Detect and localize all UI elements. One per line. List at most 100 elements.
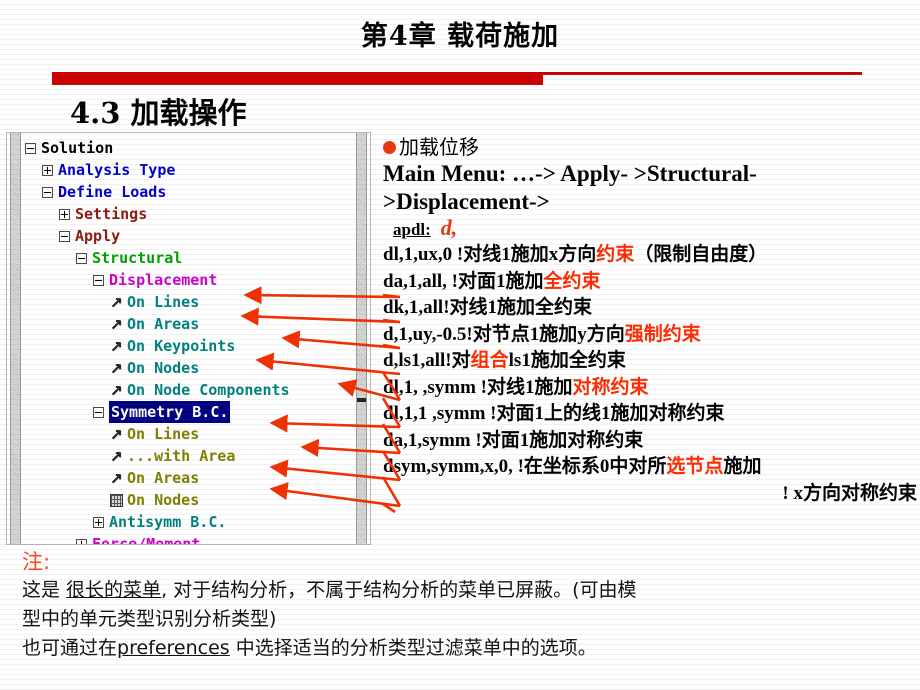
notes-block: 注: 这是 很长的菜单, 对于结构分析，不属于结构分析的菜单已屏蔽。(可由模 型… — [22, 548, 902, 663]
command-text-pre: dsym,symm,x,0, !在坐标系0中对所 — [383, 456, 667, 477]
tree-item-on-areas[interactable]: On Areas — [25, 313, 352, 336]
command-text-pre: d,1,uy,-0.5!对节点1施加y方向 — [383, 323, 625, 345]
collapse-icon[interactable] — [93, 406, 104, 418]
command-line: d,ls1,all!对组合ls1施加全约束 — [383, 348, 917, 375]
notes-line-1-underlined: 很长的菜单 — [66, 579, 162, 601]
command-text-highlight: 全约束 — [543, 270, 601, 292]
tree-item-structural[interactable]: Structural — [25, 247, 352, 269]
tree-item-label: Solution — [41, 139, 114, 157]
bullet-dot-icon — [383, 140, 396, 154]
expand-icon[interactable] — [59, 208, 70, 220]
pick-arrow-icon — [110, 336, 123, 358]
tree-item-label: On Lines — [127, 425, 200, 443]
command-text-post: ls1施加全约束 — [508, 350, 626, 371]
command-line: dl,1, ,symm !对线1施加对称约束 — [383, 375, 917, 402]
tree-scrollbar-right[interactable] — [356, 133, 367, 544]
title-divider — [52, 70, 862, 85]
collapse-icon[interactable] — [76, 252, 87, 264]
pick-arrow-icon — [110, 380, 123, 402]
tree-item-label: Structural — [92, 249, 183, 267]
apdl-label: apdl: — [393, 220, 431, 239]
notes-line-3-a: 也可通过在 — [22, 637, 118, 659]
node-grid-icon — [110, 493, 123, 507]
tree-item-label: Settings — [75, 205, 148, 223]
command-text-highlight: 对称约束 — [572, 376, 649, 398]
command-text-highlight: 选节点 — [666, 456, 724, 477]
command-text-post: （限制自由度） — [634, 244, 768, 265]
expand-icon[interactable] — [93, 516, 104, 528]
notes-line-1: 这是 很长的菜单, 对于结构分析，不属于结构分析的菜单已屏蔽。(可由模 — [22, 576, 902, 605]
tree-item-displacement[interactable]: Displacement — [25, 269, 352, 291]
tree-item-on-keypoints[interactable]: On Keypoints — [25, 335, 352, 358]
tree-item-label: On Areas — [127, 315, 200, 333]
tree-item-label: On Areas — [127, 469, 200, 487]
section-title: 4.3 加载操作 — [70, 96, 247, 130]
pick-arrow-icon — [110, 314, 123, 336]
command-text-pre: dl,1, ,symm !对线1施加 — [383, 376, 573, 398]
tree-scrollbar-thumb[interactable] — [357, 398, 366, 402]
tree-item-symmetry-b-c[interactable]: Symmetry B.C. — [25, 401, 352, 423]
command-text-pre: dk,1,all!对线1施加全约束 — [383, 297, 593, 318]
pick-arrow-icon — [110, 468, 123, 490]
command-line: d,1,uy,-0.5!对节点1施加y方向强制约束 — [383, 322, 917, 349]
pick-arrow-icon — [110, 358, 123, 380]
tree-item-on-node-components[interactable]: On Node Components — [25, 379, 352, 402]
expand-icon[interactable] — [42, 164, 53, 176]
collapse-icon[interactable] — [93, 274, 104, 286]
pick-arrow-icon — [110, 446, 123, 468]
tree-item-label: Force/Moment — [92, 535, 201, 545]
tree-item-label: On Nodes — [127, 491, 200, 509]
command-line: dl,1,1 ,symm !对面1上的线1施加对称约束 — [383, 401, 917, 428]
collapse-icon[interactable] — [42, 186, 53, 198]
notes-line-1-a: 这是 — [22, 579, 67, 601]
command-line: dk,1,all!对线1施加全约束 — [383, 295, 917, 322]
notes-line-3: 也可通过在preferences 中选择适当的分析类型过滤菜单中的选项。 — [22, 634, 902, 663]
command-text-pre: da,1,all, !对面1施加 — [383, 270, 544, 292]
collapse-icon[interactable] — [25, 142, 36, 154]
pick-arrow-icon — [110, 424, 123, 446]
title-divider-thin — [543, 72, 862, 75]
bullet-heading-label: 加载位移 — [399, 135, 479, 159]
tree-item-solution[interactable]: Solution — [25, 137, 352, 159]
command-list: dl,1,ux,0 !对线1施加x方向约束（限制自由度） da,1,all, !对… — [383, 242, 917, 481]
command-text-pre: d,ls1,all!对 — [383, 350, 471, 371]
apdl-row: apdl: d, — [383, 216, 917, 242]
page-title: 第4章 载荷施加 — [360, 21, 560, 52]
tree-item-on-lines[interactable]: On Lines — [25, 423, 352, 446]
tree-item-label: On Keypoints — [127, 337, 236, 355]
tree-item-on-nodes[interactable]: On Nodes — [25, 357, 352, 380]
menu-path-line-1: Main Menu: …-> Apply- >Structural- — [383, 161, 757, 186]
expand-icon[interactable] — [76, 538, 87, 544]
tree-item-force-moment[interactable]: Force/Moment — [25, 533, 352, 545]
command-line: da,1,symm !对面1施加对称约束 — [383, 428, 917, 455]
collapse-icon[interactable] — [59, 230, 70, 242]
tree-item-define-loads[interactable]: Define Loads — [25, 181, 352, 203]
tree-item-settings[interactable]: Settings — [25, 203, 352, 225]
tree-item-with-area[interactable]: ...with Area — [25, 445, 352, 468]
command-text-highlight: 组合 — [470, 350, 509, 371]
command-text-post: 施加 — [723, 456, 762, 477]
notes-line-2: 型中的单元类型识别分析类型) — [22, 608, 277, 630]
tree-item-label: Define Loads — [58, 183, 167, 201]
command-text-highlight: 强制约束 — [624, 323, 701, 345]
tree-item-analysis-type[interactable]: Analysis Type — [25, 159, 352, 181]
menu-path-line-2: >Displacement-> — [383, 189, 550, 214]
tree-item-label: Symmetry B.C. — [109, 401, 231, 423]
command-tail: ! x方向对称约束 — [782, 482, 917, 504]
tree-item-label: Displacement — [109, 271, 218, 289]
tree-item-on-areas[interactable]: On Areas — [25, 467, 352, 490]
tree-item-label: ...with Area — [127, 447, 236, 465]
ansys-menu-tree-panel[interactable]: Solution Analysis Type Define Loads Setting… — [6, 132, 371, 545]
tree-item-label: Antisymm B.C. — [109, 513, 227, 531]
notes-line-3-underlined: preferences — [117, 637, 230, 659]
tree-scrollbar-left[interactable] — [10, 133, 21, 544]
tree-item-on-nodes[interactable]: On Nodes — [25, 489, 352, 511]
content-column: 加载位移 Main Menu: …-> Apply- >Structural- … — [383, 134, 917, 507]
tree-item-label: On Nodes — [127, 359, 200, 377]
command-text-pre: da,1,symm !对面1施加对称约束 — [383, 429, 644, 451]
tree-item-antisymm-b-c[interactable]: Antisymm B.C. — [25, 511, 352, 533]
tree-item-on-lines[interactable]: On Lines — [25, 291, 352, 314]
command-line: dl,1,ux,0 !对线1施加x方向约束（限制自由度） — [383, 242, 917, 269]
tree-item-apply[interactable]: Apply — [25, 225, 352, 247]
tree-item-label: Analysis Type — [58, 161, 176, 179]
